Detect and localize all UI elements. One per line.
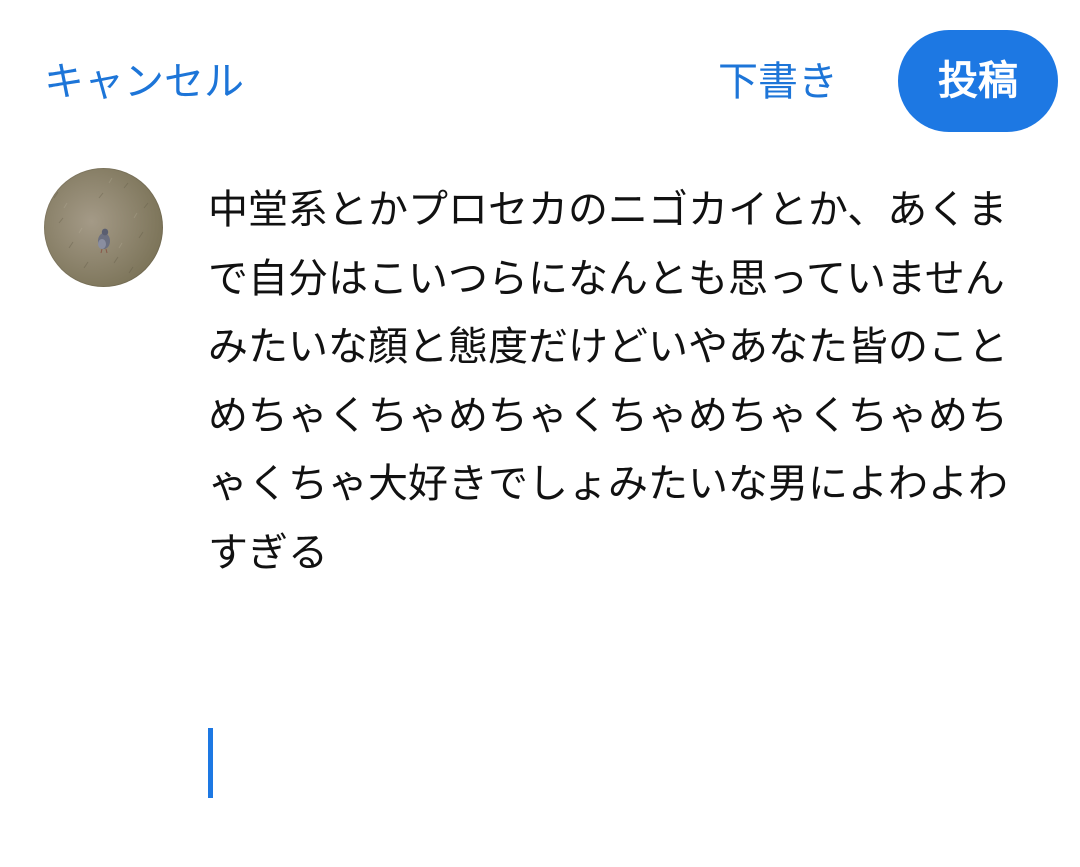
compose-text-area[interactable]: 中堂系とかプロセカのニゴカイとか、あくまで自分はこいつらになんとも思っていません… (208, 176, 1008, 587)
post-button[interactable]: 投稿 (898, 30, 1058, 132)
drafts-button[interactable]: 下書き (718, 52, 838, 112)
avatar[interactable] (44, 168, 163, 287)
text-cursor (208, 728, 213, 798)
pigeon-on-grass-photo-icon (53, 177, 149, 274)
compose-header: キャンセル 下書き 投稿 (0, 0, 1080, 160)
cancel-button[interactable]: キャンセル (44, 52, 244, 112)
